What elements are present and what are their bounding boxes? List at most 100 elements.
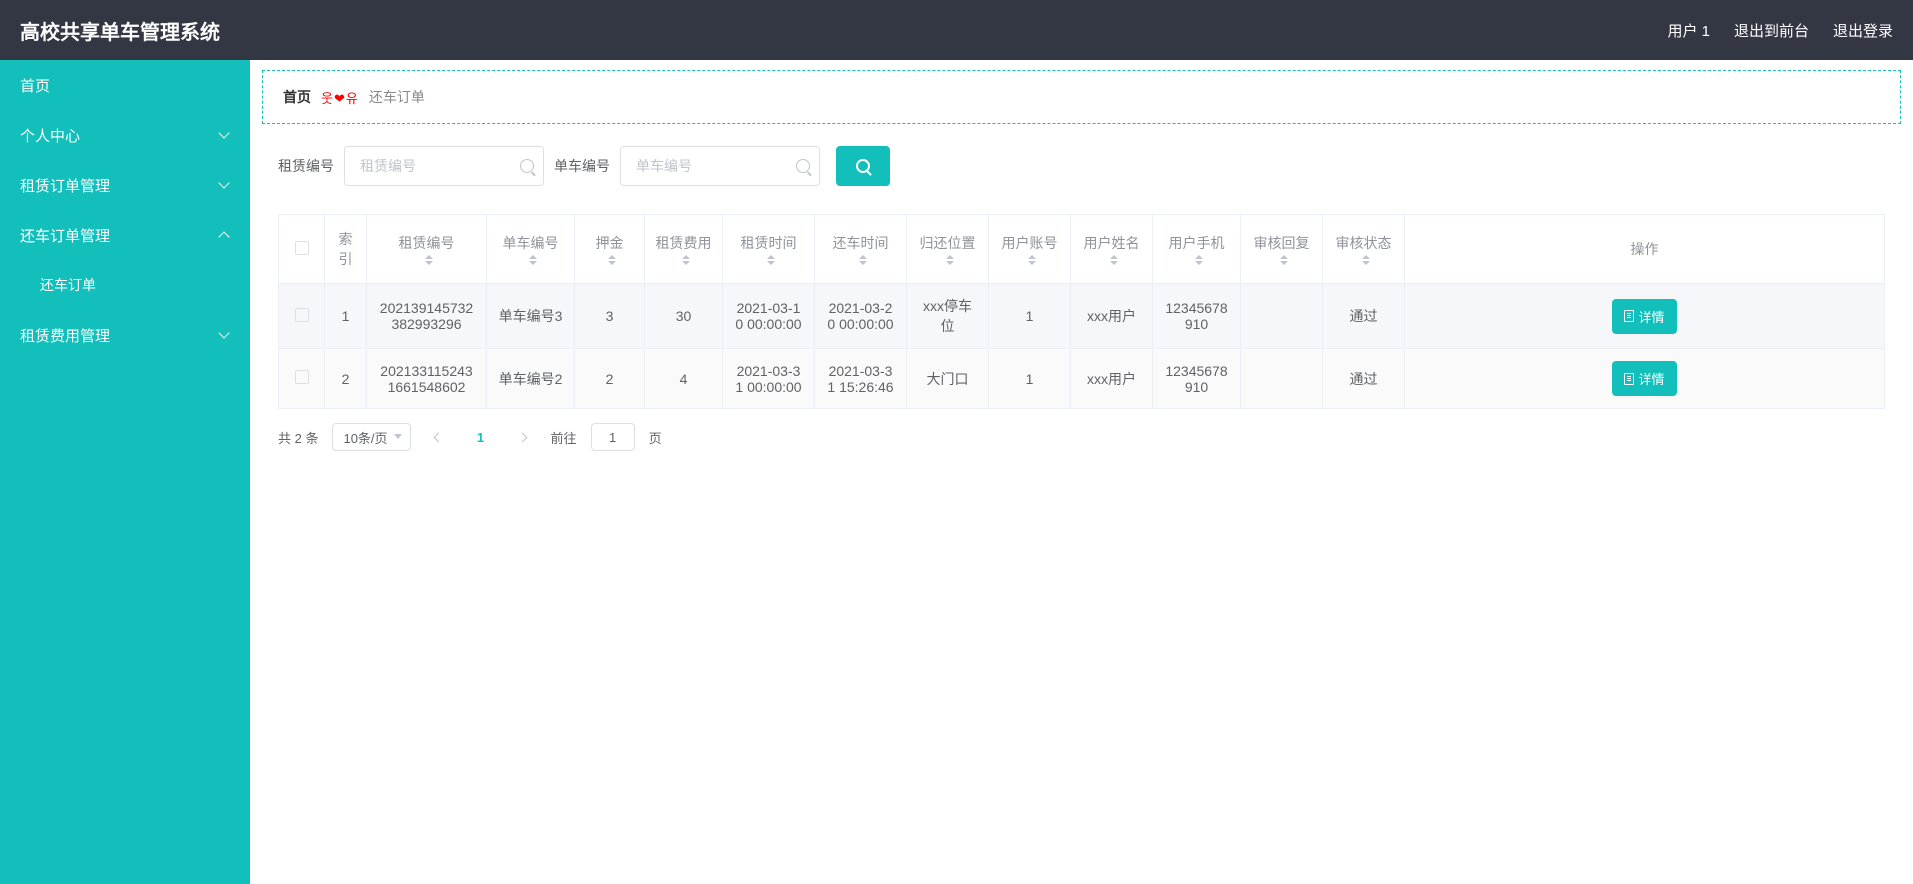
- header-right: 用户 1 退出到前台 退出登录: [1667, 20, 1893, 41]
- page-number-1[interactable]: 1: [467, 423, 495, 451]
- col-rent-time[interactable]: 租赁时间: [723, 215, 815, 284]
- col-audit-reply[interactable]: 审核回复: [1241, 215, 1323, 284]
- breadcrumb-separator-icon: 웃❤유: [321, 88, 359, 107]
- cell-rent-fee: 30: [645, 284, 723, 349]
- sort-icon: [767, 255, 775, 265]
- col-rent-no[interactable]: 租赁编号: [367, 215, 487, 284]
- col-return-loc[interactable]: 归还位置: [907, 215, 989, 284]
- col-rent-fee[interactable]: 租赁费用: [645, 215, 723, 284]
- main-content: 首页 웃❤유 还车订单 租赁编号 单车编号: [250, 60, 1913, 884]
- page-size-select[interactable]: 10条/页: [332, 423, 410, 451]
- cell-user-name: xxx用户: [1071, 349, 1153, 409]
- col-return-time[interactable]: 还车时间: [815, 215, 907, 284]
- document-icon: [1624, 373, 1634, 385]
- rent-no-input[interactable]: [344, 146, 544, 186]
- goto-label: 前往: [551, 428, 577, 447]
- cell-audit-status: 通过: [1323, 349, 1405, 409]
- chevron-down-icon: [218, 329, 230, 341]
- search-icon: [856, 159, 870, 173]
- bike-no-input-wrap: [620, 146, 820, 186]
- search-icon: [520, 159, 534, 173]
- sort-icon: [859, 255, 867, 265]
- sort-icon: [1110, 255, 1118, 265]
- select-all-checkbox[interactable]: [295, 241, 309, 255]
- col-deposit[interactable]: 押金: [575, 215, 645, 284]
- table-row: 22021331152431661548602单车编号2242021-03-31…: [279, 349, 1885, 409]
- sidebar-item-personal[interactable]: 个人中心: [0, 110, 250, 160]
- app-title: 高校共享单车管理系统: [20, 16, 220, 45]
- cell-user-phone: 12345678910: [1153, 284, 1241, 349]
- cell-rent-time: 2021-03-31 00:00:00: [723, 349, 815, 409]
- next-page-button[interactable]: [509, 423, 537, 451]
- filter-bar: 租赁编号 单车编号: [262, 146, 1901, 186]
- cell-deposit: 2: [575, 349, 645, 409]
- header-user[interactable]: 用户 1: [1667, 20, 1710, 41]
- sidebar-item-label: 租赁费用管理: [20, 325, 110, 346]
- cell-audit-reply: [1241, 284, 1323, 349]
- sidebar-item-return-order[interactable]: 还车订单管理: [0, 210, 250, 260]
- table-row: 1202139145732382993296单车编号33302021-03-10…: [279, 284, 1885, 349]
- sort-icon: [1362, 255, 1370, 265]
- bike-no-input[interactable]: [620, 146, 820, 186]
- cell-bike-no: 单车编号2: [487, 349, 575, 409]
- col-bike-no[interactable]: 单车编号: [487, 215, 575, 284]
- cell-rent-fee: 4: [645, 349, 723, 409]
- cell-user-phone: 12345678910: [1153, 349, 1241, 409]
- exit-to-front-button[interactable]: 退出到前台: [1734, 20, 1809, 41]
- cell-return-time: 2021-03-20 00:00:00: [815, 284, 907, 349]
- detail-button[interactable]: 详情: [1612, 299, 1676, 334]
- chevron-left-icon: [434, 432, 444, 442]
- breadcrumb-home[interactable]: 首页: [283, 87, 311, 107]
- detail-button[interactable]: 详情: [1612, 361, 1676, 396]
- cell-rent-time: 2021-03-10 00:00:00: [723, 284, 815, 349]
- chevron-down-icon: [218, 179, 230, 191]
- sidebar-item-label: 还车订单管理: [20, 225, 110, 246]
- sidebar: 首页 个人中心 租赁订单管理 还车订单管理 还车订单 租赁费用管理: [0, 60, 250, 884]
- col-audit-status[interactable]: 审核状态: [1323, 215, 1405, 284]
- cell-user-name: xxx用户: [1071, 284, 1153, 349]
- col-user-name[interactable]: 用户姓名: [1071, 215, 1153, 284]
- data-table: 索引 租赁编号 单车编号 押金 租赁费用 租赁时间 还车时间 归还位置 用户账号…: [278, 214, 1885, 409]
- rent-no-label: 租赁编号: [278, 156, 334, 176]
- prev-page-button[interactable]: [425, 423, 453, 451]
- col-index: 索引: [325, 215, 367, 284]
- sidebar-item-label: 个人中心: [20, 125, 80, 146]
- breadcrumb: 首页 웃❤유 还车订单: [262, 70, 1901, 124]
- row-checkbox[interactable]: [295, 308, 309, 322]
- logout-button[interactable]: 退出登录: [1833, 20, 1893, 41]
- row-checkbox[interactable]: [295, 370, 309, 384]
- chevron-up-icon: [218, 229, 230, 241]
- breadcrumb-current: 还车订单: [369, 87, 425, 107]
- cell-bike-no: 单车编号3: [487, 284, 575, 349]
- search-icon: [796, 159, 810, 173]
- pagination-total: 共 2 条: [278, 428, 318, 447]
- sort-icon: [1028, 255, 1036, 265]
- chevron-down-icon: [218, 129, 230, 141]
- cell-deposit: 3: [575, 284, 645, 349]
- search-button[interactable]: [836, 146, 890, 186]
- sidebar-item-rental-order[interactable]: 租赁订单管理: [0, 160, 250, 210]
- col-user-acct[interactable]: 用户账号: [989, 215, 1071, 284]
- cell-user-acct: 1: [989, 284, 1071, 349]
- cell-index: 2: [325, 349, 367, 409]
- col-user-phone[interactable]: 用户手机: [1153, 215, 1241, 284]
- pagination: 共 2 条 10条/页 1 前往 页: [262, 409, 1901, 465]
- cell-audit-status: 通过: [1323, 284, 1405, 349]
- sort-icon: [682, 255, 690, 265]
- cell-index: 1: [325, 284, 367, 349]
- document-icon: [1624, 310, 1634, 322]
- sort-icon: [1280, 255, 1288, 265]
- sidebar-item-home[interactable]: 首页: [0, 60, 250, 110]
- sort-icon: [1195, 255, 1203, 265]
- cell-return-time: 2021-03-31 15:26:46: [815, 349, 907, 409]
- cell-return-loc: xxx停车位: [907, 284, 989, 349]
- sort-icon: [946, 255, 954, 265]
- chevron-right-icon: [518, 432, 528, 442]
- goto-page-input[interactable]: [591, 423, 635, 451]
- sidebar-item-label: 租赁订单管理: [20, 175, 110, 196]
- sidebar-subitem-return-order[interactable]: 还车订单: [0, 260, 250, 310]
- cell-user-acct: 1: [989, 349, 1071, 409]
- bike-no-label: 单车编号: [554, 156, 610, 176]
- cell-audit-reply: [1241, 349, 1323, 409]
- sidebar-item-rental-fee[interactable]: 租赁费用管理: [0, 310, 250, 360]
